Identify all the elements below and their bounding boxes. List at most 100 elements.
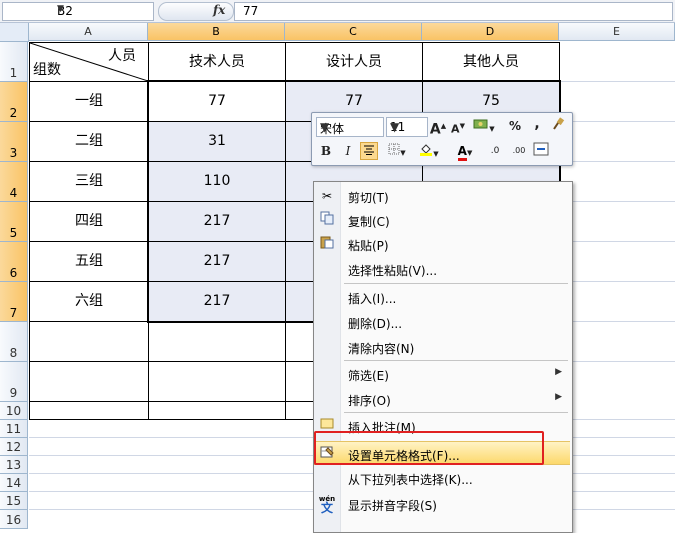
empty-cell[interactable] — [148, 321, 286, 362]
currency-format-icon[interactable]: ▼ — [470, 117, 498, 135]
row-number: 13 — [5, 458, 22, 472]
group-cell[interactable]: 六组 — [29, 281, 149, 322]
row-header[interactable]: 5 — [0, 202, 28, 242]
column-header-c[interactable]: C — [285, 23, 422, 41]
menu-item-pick-from-list[interactable]: 从下拉列表中选择(K)... — [314, 466, 570, 490]
value-cell[interactable]: 77 — [148, 81, 286, 122]
menu-item-format-cells[interactable]: 设置单元格格式(F)... — [314, 441, 570, 465]
menu-item-copy[interactable]: 复制(C) — [314, 208, 570, 232]
row-number: 10 — [5, 404, 22, 418]
column-header-e[interactable]: E — [559, 23, 675, 41]
chevron-down-icon[interactable]: ▼ — [57, 4, 150, 14]
menu-item-paste[interactable]: 粘贴(P) — [314, 232, 570, 256]
font-color-icon[interactable]: A▼ — [452, 142, 478, 161]
group-cell[interactable]: 二组 — [29, 121, 149, 162]
format-painter-icon[interactable] — [549, 117, 567, 135]
group-cell[interactable]: 四组 — [29, 201, 149, 242]
row-header[interactable]: 7 — [0, 282, 28, 322]
menu-item-delete[interactable]: 删除(D)... — [314, 310, 570, 334]
row-header[interactable]: 14 — [0, 474, 28, 492]
copy-icon — [318, 211, 336, 229]
menu-item-cut[interactable]: ✂ 剪切(T) — [314, 184, 570, 208]
column-header-d[interactable]: D — [422, 23, 559, 41]
italic-icon[interactable]: I — [339, 142, 357, 160]
align-center-icon[interactable] — [360, 142, 378, 160]
chevron-down-icon[interactable]: ▼ — [320, 120, 381, 134]
menu-item-label: 插入批注(M) — [348, 421, 416, 435]
chevron-down-icon[interactable]: ▼ — [390, 120, 425, 134]
row-number: 3 — [9, 146, 18, 160]
menu-item-show-phonetic[interactable]: wén 文 显示拼音字段(S) — [314, 492, 570, 516]
menu-item-label: 筛选(E) — [348, 369, 389, 383]
row-header[interactable]: 6 — [0, 242, 28, 282]
corner-header-cell[interactable]: 人员 组数 — [29, 42, 149, 82]
font-size-select[interactable]: 11 ▼ — [386, 117, 428, 137]
comment-icon — [318, 417, 336, 435]
row-header[interactable]: 3 — [0, 122, 28, 162]
empty-cell[interactable] — [148, 401, 286, 420]
row-header[interactable]: 12 — [0, 438, 28, 456]
empty-cell[interactable] — [148, 361, 286, 402]
value-cell[interactable]: 217 — [148, 281, 286, 322]
row-header[interactable]: 8 — [0, 322, 28, 362]
merge-center-icon[interactable] — [532, 142, 550, 160]
menu-item-paste-special[interactable]: 选择性粘贴(V)... — [314, 257, 570, 281]
select-all-button[interactable] — [0, 23, 29, 42]
menu-item-insert[interactable]: 插入(I)... — [314, 285, 570, 309]
chevron-right-icon: ▶ — [555, 392, 562, 402]
row-header[interactable]: 16 — [0, 510, 28, 529]
column-header-b[interactable]: B — [148, 23, 285, 41]
bold-icon[interactable]: B — [317, 142, 335, 160]
percent-style-icon[interactable]: % — [506, 117, 524, 135]
menu-item-insert-comment[interactable]: 插入批注(M) — [314, 414, 570, 438]
row-header[interactable]: 10 — [0, 402, 28, 420]
menu-item-label: 设置单元格格式(F)... — [348, 449, 460, 463]
paste-icon — [318, 235, 336, 253]
value-cell[interactable]: 31 — [148, 121, 286, 162]
fx-icon[interactable]: fx — [213, 3, 225, 17]
row-header[interactable]: 15 — [0, 492, 28, 510]
corner-bottom-label: 组数 — [33, 62, 61, 78]
menu-item-label: 删除(D)... — [348, 317, 403, 331]
row-header[interactable]: 4 — [0, 162, 28, 202]
group-cell[interactable]: 五组 — [29, 241, 149, 282]
scissors-icon: ✂ — [321, 189, 333, 203]
row-header[interactable]: 9 — [0, 362, 28, 402]
menu-item-label: 排序(O) — [348, 394, 391, 408]
grow-font-icon[interactable]: A▲ — [429, 117, 447, 138]
value-cell[interactable]: 217 — [148, 241, 286, 282]
value-cell[interactable]: 110 — [148, 161, 286, 202]
font-select[interactable]: 宋体 ▼ — [316, 117, 384, 137]
row-header[interactable]: 11 — [0, 420, 28, 438]
shrink-font-icon[interactable]: A▼ — [449, 117, 467, 136]
borders-icon[interactable]: ▼ — [384, 142, 410, 160]
empty-cell[interactable] — [29, 401, 149, 420]
header-cell[interactable]: 设计人员 — [285, 42, 423, 82]
formula-input[interactable]: 77 — [234, 2, 673, 21]
increase-decimal-icon[interactable]: .0 — [484, 142, 506, 160]
comma-style-icon[interactable]: , — [528, 115, 546, 133]
row-header[interactable]: 13 — [0, 456, 28, 474]
value-cell[interactable]: 217 — [148, 201, 286, 242]
header-cell[interactable]: 技术人员 — [148, 42, 286, 82]
increase-decimal-label: .0 — [490, 146, 500, 156]
column-header-a[interactable]: A — [29, 23, 148, 41]
menu-item-clear-contents[interactable]: 清除内容(N) — [314, 335, 570, 359]
group-cell[interactable]: 三组 — [29, 161, 149, 202]
menu-separator — [344, 360, 568, 361]
row-header[interactable]: 2 — [0, 82, 28, 122]
fill-color-icon[interactable]: ▼ — [416, 142, 442, 160]
empty-cell[interactable] — [29, 321, 149, 362]
header-cell[interactable]: 其他人员 — [422, 42, 560, 82]
decrease-decimal-icon[interactable]: .00 — [508, 142, 530, 160]
menu-item-filter[interactable]: 筛选(E) ▶ — [314, 362, 570, 386]
name-box[interactable]: B2 ▼ — [2, 2, 154, 21]
menu-item-sort[interactable]: 排序(O) ▶ — [314, 387, 570, 411]
menu-item-label: 从下拉列表中选择(K)... — [348, 473, 473, 487]
group-cell[interactable]: 一组 — [29, 81, 149, 122]
shrink-font-label: A — [451, 122, 460, 136]
row-number: 16 — [5, 513, 22, 527]
empty-cell[interactable] — [29, 361, 149, 402]
function-button-group[interactable]: fx — [158, 2, 234, 21]
row-header[interactable]: 1 — [0, 42, 28, 82]
